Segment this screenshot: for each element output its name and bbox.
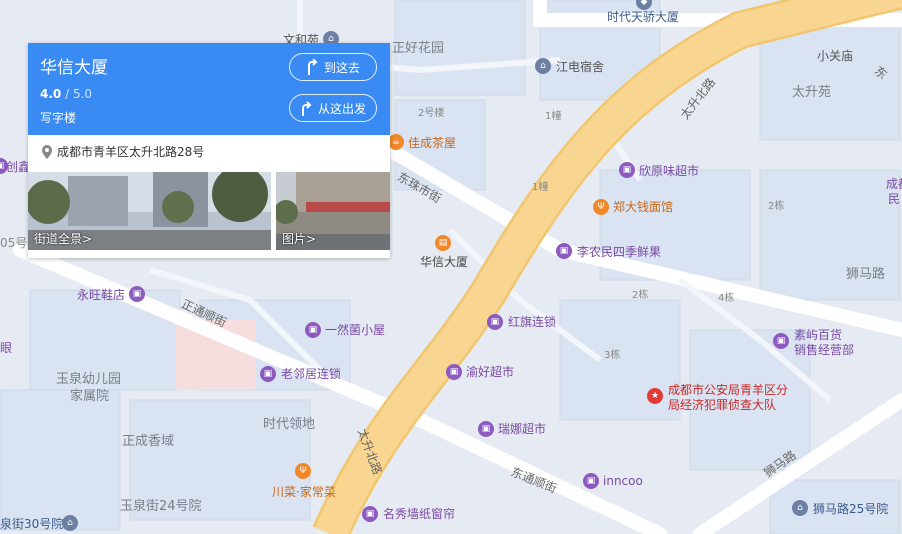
address-text: 成都市青羊区太升北路28号 — [57, 145, 205, 159]
label-shimalu: 狮马路 — [846, 267, 886, 282]
fruit-shop-icon: ▣ — [556, 243, 572, 259]
label-yuhao: 渝好超市 — [466, 365, 515, 379]
label-chuancai: 川菜·家常菜 — [272, 485, 336, 499]
label-unit2b: 2栋 — [632, 290, 649, 301]
shoe-shop-icon: ▣ — [129, 286, 145, 302]
label-hongqi: 红旗连锁 — [508, 315, 557, 329]
photos-link[interactable]: 图片> — [282, 230, 316, 247]
label-yuquan30: 泉街30号院 — [0, 517, 64, 531]
label-police2: 局经济犯罪侦查大队 — [668, 398, 777, 412]
go-here-label: 到这去 — [323, 60, 360, 75]
label-shimalu25: 狮马路25号院 — [813, 502, 889, 516]
label-jiashuyuan: 家属院 — [70, 389, 110, 404]
label-huaxin: 华信大厦 — [420, 255, 469, 269]
label-police1: 成都市公安局青羊区分 — [668, 383, 789, 397]
decor-shop-icon: ▣ — [362, 506, 378, 522]
label-yuquan: 玉泉幼儿园 — [56, 372, 122, 387]
supermarket-icon: ▣ — [619, 162, 635, 178]
label-laolinju: 老邻居连锁 — [281, 367, 342, 381]
residence-icon: ⌂ — [62, 515, 78, 531]
label-building2: 2号楼 — [418, 108, 445, 119]
place-title[interactable]: 华信大厦 — [40, 53, 108, 78]
place-info-card: 华信大厦 4.0 / 5.0 写字楼 到这去 从这出发 成都市青羊区太升北路28… — [28, 43, 390, 258]
start-from-here-button[interactable]: 从这出发 — [289, 94, 377, 122]
label-building1a: 1幢 — [545, 111, 562, 122]
rating-value: 4.0 — [40, 87, 62, 101]
chain-store-icon: ▣ — [260, 366, 276, 382]
label-haolu: 05号 — [0, 236, 28, 250]
label-xiaoguanmiao: 小关庙 — [817, 49, 854, 63]
label-yan: 眼 — [0, 341, 13, 355]
label-building1b: 1幢 — [532, 182, 549, 193]
card-header: 华信大厦 4.0 / 5.0 写字楼 到这去 从这出发 — [28, 43, 390, 135]
place-address: 成都市青羊区太升北路28号 — [42, 143, 204, 160]
street-view-link[interactable]: 街道全景> — [34, 230, 92, 247]
label-shidai-lingdi: 时代领地 — [263, 417, 316, 432]
department-store-icon: ▣ — [773, 333, 789, 349]
label-yuquan24: 玉泉街24号院 — [120, 499, 202, 514]
tea-icon: ☕ — [388, 134, 404, 150]
shop-icon: ▣ — [305, 322, 321, 338]
rating-max: / 5.0 — [61, 87, 93, 101]
location-pin-icon — [42, 144, 52, 159]
supermarket-icon: ▣ — [446, 364, 462, 380]
start-from-here-label: 从这出发 — [317, 101, 366, 116]
route-from-icon — [301, 101, 312, 116]
shop-icon: ▣ — [583, 473, 599, 489]
police-icon: ★ — [647, 388, 663, 404]
photos-thumbnail[interactable]: 图片> — [276, 172, 390, 250]
street-view-thumbnail[interactable]: 街道全景> — [28, 172, 271, 250]
label-jiacheng: 佳成茶屋 — [408, 136, 457, 150]
place-category: 写字楼 — [40, 111, 77, 125]
label-shidai-tianjiao: 时代天骄大厦 — [607, 10, 680, 24]
go-here-button[interactable]: 到这去 — [289, 53, 377, 81]
label-zhenghao: 正好花园 — [392, 41, 445, 56]
label-unit3: 3栋 — [604, 350, 621, 361]
label-zhengcheng: 正成香域 — [122, 434, 175, 449]
label-zhengda: 郑大钱面馆 — [613, 200, 674, 214]
label-chengdu-right: 成都 — [886, 177, 902, 191]
place-rating: 4.0 / 5.0 — [40, 87, 92, 101]
supermarket-icon: ▣ — [478, 421, 494, 437]
office-building-icon: ▤ — [435, 235, 451, 251]
label-jiangdian: 江电宿舍 — [556, 60, 605, 74]
label-mingxiu: 名秀墙纸窗帘 — [383, 507, 456, 521]
label-unit2a: 2栋 — [768, 201, 785, 212]
chain-store-icon: ▣ — [487, 314, 503, 330]
label-yongwang: 永旺鞋店 — [77, 288, 126, 302]
label-sulin: 素屿百货 — [794, 328, 843, 342]
label-yiran: 一然菌小屋 — [325, 323, 386, 337]
restaurant-icon: Ψ — [295, 463, 311, 479]
label-linong: 李农民四季鲜果 — [577, 245, 662, 259]
label-sulin2: 销售经营部 — [794, 343, 855, 357]
label-xinyuanwei: 欣原味超市 — [639, 164, 700, 178]
label-unit4: 4栋 — [718, 293, 735, 304]
label-taishengyuan: 太升苑 — [792, 85, 832, 100]
restaurant-icon: Ψ — [593, 199, 609, 215]
label-min-right: 民 — [888, 192, 901, 206]
residence-icon: ⌂ — [535, 58, 551, 74]
residence-icon: ⌂ — [792, 500, 808, 516]
label-inncoo: inncoo — [603, 474, 643, 488]
route-to-icon — [307, 59, 318, 75]
label-chuangxin: 创鑫 — [6, 160, 31, 174]
label-ruina: 瑞娜超市 — [498, 422, 547, 436]
